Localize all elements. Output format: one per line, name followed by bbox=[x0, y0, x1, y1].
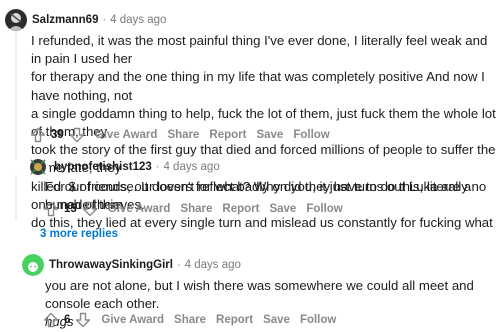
comment-text-line: I refunded, it was the most painful thin… bbox=[31, 33, 488, 67]
report-button[interactable]: Report bbox=[209, 129, 246, 141]
vote-score: 39 bbox=[51, 129, 64, 141]
comment-text-line: you are not alone, but I wish there was … bbox=[45, 278, 474, 312]
save-button[interactable]: Save bbox=[256, 129, 283, 141]
save-button[interactable]: Save bbox=[263, 314, 290, 326]
vote-score: 6 bbox=[64, 314, 71, 326]
thread-line[interactable] bbox=[15, 30, 17, 160]
comment-timestamp[interactable]: 4 days ago bbox=[185, 259, 241, 271]
avatar[interactable] bbox=[5, 9, 27, 31]
comment-timestamp[interactable]: 4 days ago bbox=[163, 161, 219, 173]
comment-header: ThrowawaySinkingGirl · 4 days ago bbox=[22, 254, 241, 276]
comment-actions: 39 Give Award Share Report Save Follow bbox=[30, 127, 340, 143]
avatar[interactable] bbox=[22, 254, 44, 276]
more-replies-link[interactable]: 3 more replies bbox=[40, 228, 118, 240]
give-award-button[interactable]: Give Award bbox=[95, 129, 158, 141]
thread-line[interactable] bbox=[15, 175, 17, 220]
give-award-button[interactable]: Give Award bbox=[101, 314, 164, 326]
report-button[interactable]: Report bbox=[222, 203, 259, 215]
separator-dot: · bbox=[102, 14, 107, 26]
comment-timestamp[interactable]: 4 days ago bbox=[110, 14, 166, 26]
comment-header: Salzmann69 · 4 days ago bbox=[5, 9, 166, 31]
share-button[interactable]: Share bbox=[174, 314, 206, 326]
comment-actions: 6 Give Award Share Report Save Follow bbox=[43, 312, 346, 328]
follow-button[interactable]: Follow bbox=[293, 129, 329, 141]
share-button[interactable]: Share bbox=[167, 129, 199, 141]
upvote-icon[interactable] bbox=[43, 312, 59, 328]
comment-author[interactable]: ThrowawaySinkingGirl bbox=[49, 259, 173, 271]
comment-header: hypnofetishist123 · 4 days ago bbox=[27, 156, 220, 178]
comment-actions: 15 Give Award Share Report Save Follow bbox=[43, 201, 353, 217]
report-button[interactable]: Report bbox=[216, 314, 253, 326]
upvote-icon[interactable] bbox=[43, 201, 59, 217]
share-button[interactable]: Share bbox=[180, 203, 212, 215]
separator-dot: · bbox=[176, 259, 181, 271]
upvote-icon[interactable] bbox=[30, 127, 46, 143]
save-button[interactable]: Save bbox=[269, 203, 296, 215]
avatar-image bbox=[5, 9, 27, 31]
avatar[interactable] bbox=[27, 156, 49, 178]
downvote-icon[interactable] bbox=[82, 201, 98, 217]
separator-dot: · bbox=[155, 161, 160, 173]
comment-author[interactable]: hypnofetishist123 bbox=[54, 161, 152, 173]
avatar-image bbox=[27, 156, 49, 178]
comment-author[interactable]: Salzmann69 bbox=[32, 14, 98, 26]
follow-button[interactable]: Follow bbox=[300, 314, 336, 326]
downvote-icon[interactable] bbox=[75, 312, 91, 328]
give-award-button[interactable]: Give Award bbox=[108, 203, 171, 215]
follow-button[interactable]: Follow bbox=[306, 203, 342, 215]
avatar-image bbox=[22, 254, 44, 276]
downvote-icon[interactable] bbox=[69, 127, 85, 143]
comment-text-line: for therapy and the one thing in my life… bbox=[31, 69, 485, 103]
vote-score: 15 bbox=[64, 203, 77, 215]
